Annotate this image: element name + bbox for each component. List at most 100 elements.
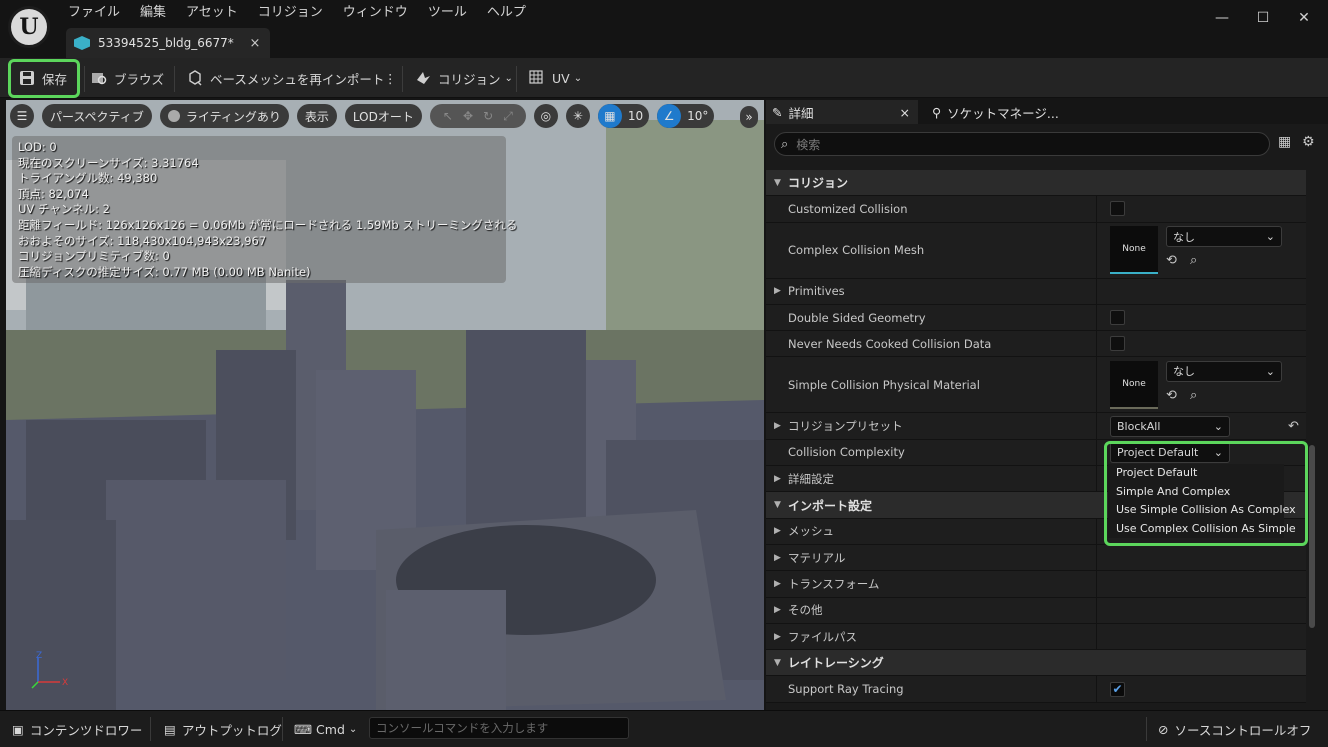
document-tab[interactable]: 53394525_bldg_6677* × xyxy=(66,28,270,58)
menu-tools[interactable]: ツール xyxy=(418,4,477,22)
asset-toolbar: 保存 ブラウズ ベースメッシュを再インポート ⋮ コリジョン ⌄ UV ⌄ xyxy=(0,58,1328,98)
surface-snap-icon[interactable]: ✳ xyxy=(565,104,590,128)
prop-label: 詳細設定 xyxy=(788,471,834,486)
cmd-label: Cmd xyxy=(316,721,345,737)
stat-approx-size: おおよそのサイズ: 118,430x104,943x23,967 xyxy=(18,233,267,248)
close-window-button[interactable]: ✕ xyxy=(1294,8,1314,28)
details-scrollbar[interactable] xyxy=(1309,445,1315,628)
reimport-button[interactable]: ベースメッシュを再インポート xyxy=(186,58,384,98)
menu-window[interactable]: ウィンドウ xyxy=(333,4,418,22)
unreal-logo-icon[interactable]: U xyxy=(8,6,50,48)
details-pencil-icon: ✎ xyxy=(772,104,783,120)
prop-label: Double Sided Geometry xyxy=(788,310,926,325)
viewport-menu-button[interactable]: ☰ xyxy=(10,104,34,128)
minimize-button[interactable]: — xyxy=(1212,8,1232,28)
tab-details[interactable]: ✎ 詳細 × xyxy=(766,100,918,124)
close-details-tab-icon[interactable]: × xyxy=(900,105,910,120)
uv-menu-button[interactable]: UV ⌄ xyxy=(528,58,582,98)
close-tab-icon[interactable]: × xyxy=(246,36,264,51)
never-cooked-checkbox[interactable] xyxy=(1110,336,1125,352)
grid-snap-value[interactable]: 10 xyxy=(622,109,649,123)
cmd-selector[interactable]: ⌨ Cmd ⌄ xyxy=(294,711,357,747)
browse-asset-icon[interactable]: ⌕ xyxy=(1190,253,1206,269)
double-sided-checkbox[interactable] xyxy=(1110,310,1125,326)
output-log-button[interactable]: ▤ アウトプットログ xyxy=(164,711,282,747)
lighting-mode-button[interactable]: ライティングあり xyxy=(159,104,289,128)
complex-mesh-combo[interactable]: なし ⌄ xyxy=(1166,226,1282,248)
more-options-button[interactable]: ⋮ xyxy=(384,58,397,98)
row-other[interactable]: ▶ その他 xyxy=(766,597,1306,624)
axis-gizmo-icon: Z X xyxy=(31,651,68,689)
prop-label: トランスフォーム xyxy=(788,576,880,591)
row-transform[interactable]: ▶ トランスフォーム xyxy=(766,571,1306,598)
use-selected-icon[interactable]: ⟲ xyxy=(1166,388,1182,404)
menu-collision[interactable]: コリジョン xyxy=(248,4,333,22)
uv-grid-icon xyxy=(529,70,543,84)
support-ray-tracing-checkbox[interactable]: ✔ xyxy=(1110,681,1125,697)
settings-gear-icon[interactable]: ⚙ xyxy=(1302,134,1315,150)
table-view-icon[interactable]: ▦ xyxy=(1278,134,1291,150)
world-local-icon[interactable]: ◎ xyxy=(533,104,558,128)
content-drawer-button[interactable]: ▣ コンテンツドロワー xyxy=(12,711,142,747)
axis-z-label: Z xyxy=(36,651,42,661)
grid-snap-group[interactable]: ▦ 10 xyxy=(597,104,650,128)
collision-icon xyxy=(417,72,430,84)
prop-label: Customized Collision xyxy=(788,201,908,216)
row-primitives[interactable]: ▶ Primitives xyxy=(766,278,1306,305)
stat-disk-size: 圧縮ディスクの推定サイズ: 0.77 MB (0.00 MB Nanite) xyxy=(18,264,311,279)
browse-button[interactable]: ブラウズ xyxy=(90,58,164,98)
mesh-stats-overlay: LOD: 0 現在のスクリーンサイズ: 3.31764 トライアングル数: 49… xyxy=(12,136,518,283)
scale-icon[interactable]: ⤢ xyxy=(503,109,513,124)
row-never-cooked: Never Needs Cooked Collision Data xyxy=(766,331,1306,358)
details-search-input[interactable]: ⌕ 検索 xyxy=(774,132,1270,156)
reset-to-default-icon[interactable]: ↶ xyxy=(1288,419,1299,434)
category-collision[interactable]: ▼ コリジョン xyxy=(766,170,1306,197)
output-log-icon: ▤ xyxy=(164,721,176,737)
transform-tools-group[interactable]: ↖ ✥ ↻ ⤢ xyxy=(429,104,526,128)
mesh-viewport[interactable]: ☰ パースペクティブ ライティングあり 表示 LODオート ↖ ✥ ↻ ⤢ ◎ ✳ ▦… xyxy=(6,100,764,710)
stat-collision-primitives: コリジョンプリミティブ数: 0 xyxy=(18,249,170,264)
source-control-button[interactable]: ⊘ ソースコントロールオフ xyxy=(1158,711,1311,747)
row-simple-phys-material: Simple Collision Physical Material None … xyxy=(766,357,1306,414)
rotation-snap-value[interactable]: 10° xyxy=(681,109,714,123)
menu-bar: ファイル 編集 アセット コリジョン ウィンドウ ツール ヘルプ xyxy=(58,4,536,22)
prop-label: Simple Collision Physical Material xyxy=(788,377,980,392)
category-label: レイトレーシング xyxy=(788,656,884,671)
move-icon[interactable]: ✥ xyxy=(463,109,473,123)
rotate-icon[interactable]: ↻ xyxy=(483,109,493,123)
menu-asset[interactable]: アセット xyxy=(176,4,248,22)
customized-collision-checkbox[interactable] xyxy=(1110,201,1125,217)
tab-socket-manager[interactable]: ⚲ ソケットマネージ... xyxy=(926,100,1059,124)
phys-material-combo[interactable]: なし ⌄ xyxy=(1166,360,1282,382)
show-button[interactable]: 表示 xyxy=(296,104,337,128)
menu-file[interactable]: ファイル xyxy=(58,4,130,22)
grid-snap-icon[interactable]: ▦ xyxy=(597,104,622,128)
maximize-button[interactable]: ☐ xyxy=(1253,8,1273,28)
select-icon[interactable]: ↖ xyxy=(443,109,453,123)
rotation-snap-group[interactable]: ∠ 10° xyxy=(657,104,715,128)
viewport-toolbar: ☰ パースペクティブ ライティングあり 表示 LODオート ↖ ✥ ↻ ⤢ ◎ ✳ ▦… xyxy=(10,104,722,128)
menu-help[interactable]: ヘルプ xyxy=(477,4,536,22)
rotation-snap-icon[interactable]: ∠ xyxy=(657,104,682,128)
phys-material-thumbnail[interactable]: None xyxy=(1110,360,1158,409)
stat-lod: LOD: 0 xyxy=(18,140,57,154)
browse-asset-icon[interactable]: ⌕ xyxy=(1190,388,1206,404)
collision-preset-combo[interactable]: BlockAll ⌄ xyxy=(1110,415,1230,437)
document-tab-title: 53394525_bldg_6677* xyxy=(98,36,234,50)
complex-mesh-thumbnail[interactable]: None xyxy=(1110,226,1158,275)
content-drawer-icon: ▣ xyxy=(12,721,24,737)
row-file-path[interactable]: ▶ ファイルパス xyxy=(766,623,1306,651)
collision-menu-button[interactable]: コリジョン ⌄ xyxy=(414,58,513,98)
category-ray-tracing[interactable]: ▼ レイトレーシング xyxy=(766,650,1306,677)
lod-button[interactable]: LODオート xyxy=(344,104,422,128)
prop-label: メッシュ xyxy=(788,524,834,539)
menu-edit[interactable]: 編集 xyxy=(130,4,176,22)
perspective-button[interactable]: パースペクティブ xyxy=(42,104,152,128)
use-selected-icon[interactable]: ⟲ xyxy=(1166,253,1182,269)
expand-arrow-icon[interactable]: ▶ xyxy=(774,421,781,431)
viewport-more-button[interactable]: » xyxy=(740,106,758,128)
row-material[interactable]: ▶ マテリアル xyxy=(766,544,1306,572)
console-input[interactable]: コンソールコマンドを入力します xyxy=(369,717,629,739)
collapse-arrow-icon: ▼ xyxy=(774,177,781,188)
stat-distance-field: 距離フィールド: 126x126x126 = 0.06Mb が常にロードされる … xyxy=(18,217,518,232)
